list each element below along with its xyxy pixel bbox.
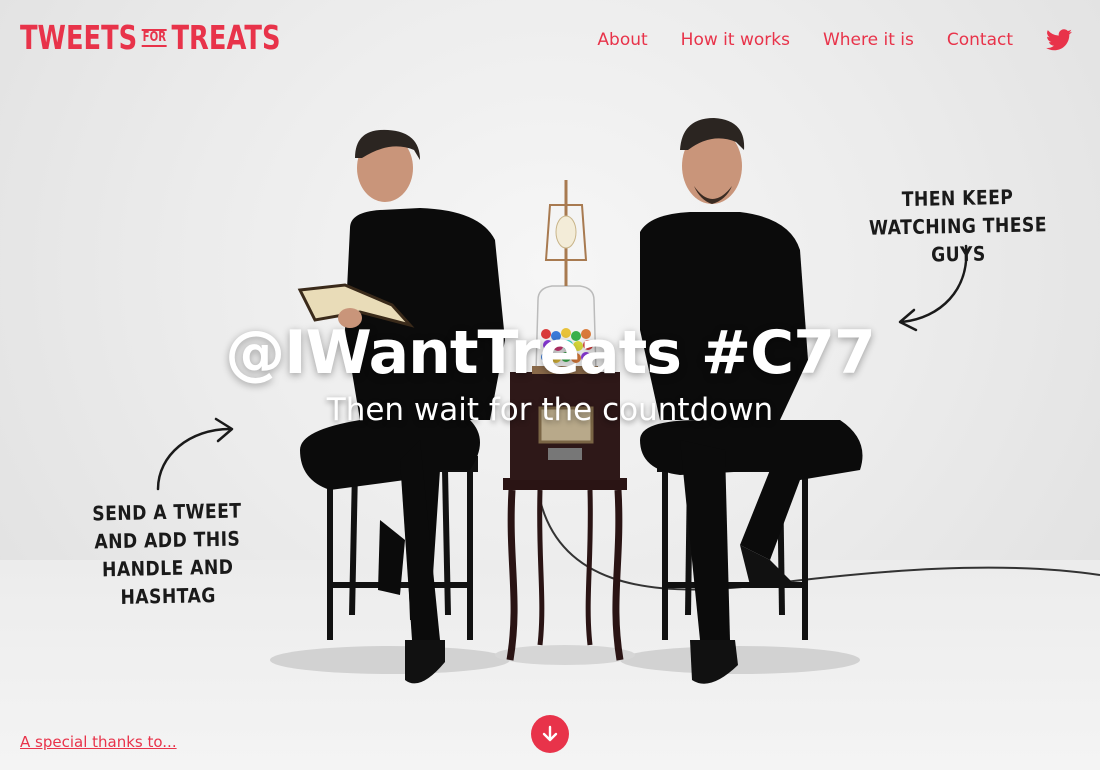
nav-contact[interactable]: Contact: [947, 30, 1013, 50]
nav-how-it-works[interactable]: How it works: [681, 30, 790, 50]
hero-background: TWEETS FOR TREATS About How it works Whe…: [0, 0, 1100, 770]
logo-word-tweets: TWEETS: [20, 18, 138, 57]
site-logo[interactable]: TWEETS FOR TREATS: [20, 18, 280, 57]
curved-arrow-right-icon: [156, 417, 234, 491]
twitter-icon: [1046, 29, 1072, 51]
curved-arrow-left-icon: [898, 244, 968, 332]
logo-word-treats: TREATS: [171, 18, 281, 57]
nav-where-it-is[interactable]: Where it is: [823, 30, 914, 50]
main-nav: About How it works Where it is Contact: [597, 29, 1072, 51]
arrow-down-icon: [542, 725, 558, 742]
special-thanks-link[interactable]: A special thanks to...: [20, 733, 177, 751]
logo-word-for: FOR: [141, 28, 167, 47]
scroll-down-button[interactable]: [531, 715, 569, 753]
twitter-link[interactable]: [1046, 29, 1072, 51]
nav-about[interactable]: About: [597, 30, 647, 50]
note-send-tweet: Send a tweet and add this handle and has…: [92, 498, 242, 609]
